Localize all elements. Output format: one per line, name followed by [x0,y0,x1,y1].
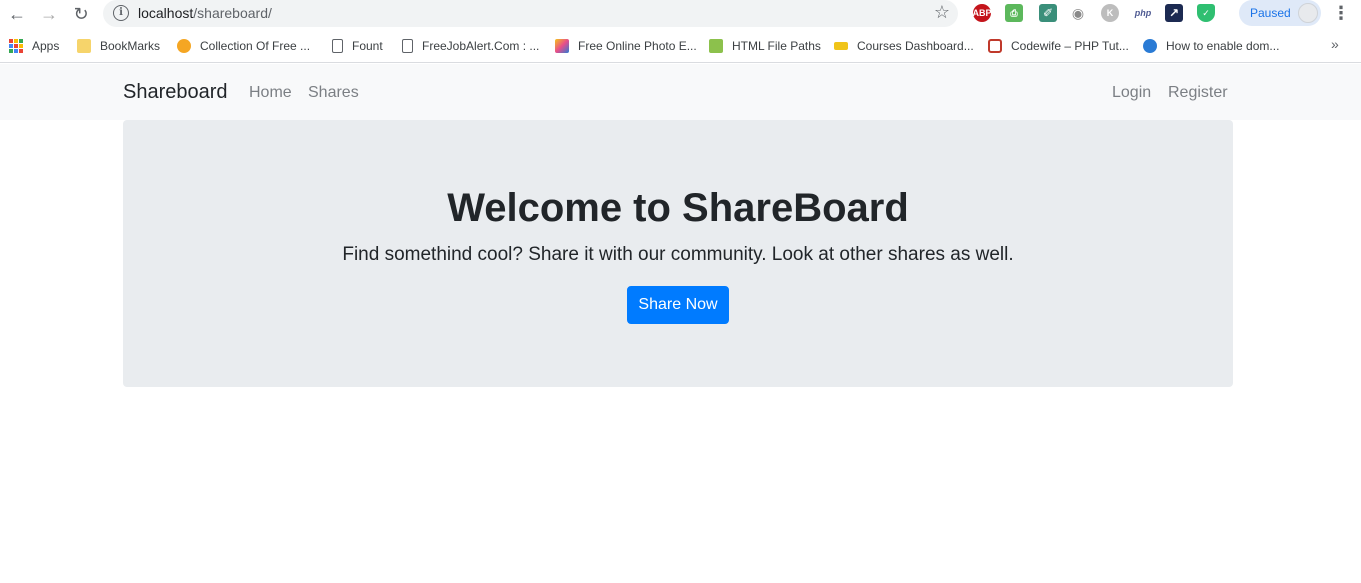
page-icon [402,39,413,53]
apps-grid-icon [9,39,23,53]
nav-link-home[interactable]: Home [249,84,292,102]
page-icon [332,39,343,53]
bookmark-label: Collection Of Free ... [200,39,311,53]
profile-label: Paused [1250,6,1291,20]
share-now-button[interactable]: Share Now [627,286,729,324]
camera-icon[interactable]: ◉ [1069,4,1087,22]
folder-icon [77,39,91,53]
eyedropper-icon[interactable]: ✐ [1039,4,1057,22]
bookmark-item[interactable]: FreeJobAlert.Com : ... [402,37,539,55]
url-host: localhost [138,5,194,21]
forward-arrow-icon[interactable]: → [38,3,60,25]
crown-icon [834,42,848,50]
more-menu-icon[interactable]: ⋮ [1332,3,1350,24]
bookmark-item[interactable]: Codewife – PHP Tut... [988,37,1129,55]
nav-link-register[interactable]: Register [1168,84,1228,102]
print-icon[interactable]: ⎙ [1005,4,1023,22]
bookmark-item[interactable]: Courses Dashboard... [834,37,974,55]
bookmark-label: Apps [32,39,60,53]
avatar [1298,3,1318,23]
e-icon [177,39,191,53]
profile-button[interactable]: Paused [1239,0,1321,26]
bookmark-apps[interactable]: Apps [9,37,59,55]
info-icon[interactable]: i [113,5,129,21]
bookmark-label: HTML File Paths [732,39,821,53]
bookmark-item[interactable]: How to enable dom... [1143,37,1279,55]
reload-icon[interactable]: ↻ [70,3,92,25]
url-path: /shareboard/ [193,5,272,21]
cw-icon [988,39,1002,53]
bookmark-label: Codewife – PHP Tut... [1011,39,1129,53]
bookmark-item[interactable]: Collection Of Free ... [177,37,310,55]
bookmark-label: Courses Dashboard... [857,39,974,53]
address-bar[interactable]: i localhost/shareboard/ ☆ [103,0,958,27]
jumbotron: Welcome to ShareBoard Find somethind coo… [123,120,1233,387]
bookmark-label: Free Online Photo E... [578,39,697,53]
bookmark-item[interactable]: Fount [332,37,383,55]
w3-icon [709,39,723,53]
bookmark-folder[interactable]: BookMarks [77,37,160,55]
bookmarks-bar: Apps BookMarks Collection Of Free ... Fo… [0,30,1361,63]
more-bookmarks-icon[interactable]: » [1331,36,1339,52]
url-text[interactable]: localhost/shareboard/ [138,5,272,21]
nav-link-shares[interactable]: Shares [308,84,359,102]
back-arrow-icon[interactable]: ← [6,3,28,25]
browser-toolbar: ← → ↻ i localhost/shareboard/ ☆ ABP ⎙ ✐ … [0,0,1361,28]
bookmark-label: Fount [352,39,383,53]
shield-icon[interactable]: ✓ [1197,4,1215,22]
arrow-icon[interactable]: ↗ [1165,4,1183,22]
bookmark-label: How to enable dom... [1166,39,1280,53]
k-icon[interactable]: K [1101,4,1119,22]
navbar-brand[interactable]: Shareboard [123,81,228,104]
php-icon[interactable]: php [1132,4,1154,22]
photo-icon [555,39,569,53]
bookmark-star-icon[interactable]: ☆ [934,2,950,23]
nav-link-login[interactable]: Login [1112,84,1151,102]
lead-text: Find somethind cool? Share it with our c… [342,244,1014,265]
bookmark-item[interactable]: HTML File Paths [709,37,821,55]
bookmark-item[interactable]: Free Online Photo E... [555,37,697,55]
bookmark-label: BookMarks [100,39,161,53]
bookmark-label: FreeJobAlert.Com : ... [422,39,540,53]
navbar: Shareboard Home Shares Login Register [0,64,1361,120]
page-title: Welcome to ShareBoard [447,186,909,230]
abp-icon[interactable]: ABP [973,4,992,22]
ie-icon [1143,39,1157,53]
